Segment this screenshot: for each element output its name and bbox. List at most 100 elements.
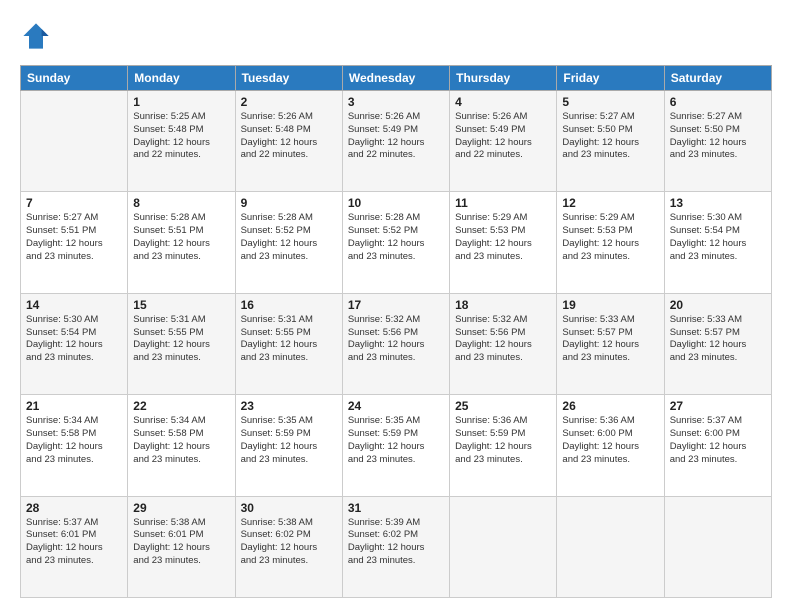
day-cell: 16 Sunrise: 5:31 AM Sunset: 5:55 PM Dayli… [235, 293, 342, 394]
day-cell [21, 91, 128, 192]
day-number: 9 [241, 196, 337, 210]
day-cell: 2 Sunrise: 5:26 AM Sunset: 5:48 PM Daylig… [235, 91, 342, 192]
day-number: 19 [562, 298, 658, 312]
weekday-header-tuesday: Tuesday [235, 66, 342, 91]
day-info: Sunrise: 5:29 AM Sunset: 5:53 PM Dayligh… [562, 212, 658, 263]
header [20, 18, 772, 55]
week-row-5: 28 Sunrise: 5:37 AM Sunset: 6:01 PM Dayli… [21, 496, 772, 597]
week-row-3: 14 Sunrise: 5:30 AM Sunset: 5:54 PM Dayli… [21, 293, 772, 394]
day-info: Sunrise: 5:33 AM Sunset: 5:57 PM Dayligh… [670, 314, 766, 365]
day-info: Sunrise: 5:30 AM Sunset: 5:54 PM Dayligh… [26, 314, 122, 365]
day-number: 23 [241, 399, 337, 413]
day-number: 10 [348, 196, 444, 210]
day-cell: 14 Sunrise: 5:30 AM Sunset: 5:54 PM Dayli… [21, 293, 128, 394]
day-cell: 11 Sunrise: 5:29 AM Sunset: 5:53 PM Dayli… [450, 192, 557, 293]
day-cell: 1 Sunrise: 5:25 AM Sunset: 5:48 PM Daylig… [128, 91, 235, 192]
day-number: 27 [670, 399, 766, 413]
day-cell: 27 Sunrise: 5:37 AM Sunset: 6:00 PM Dayli… [664, 395, 771, 496]
day-info: Sunrise: 5:37 AM Sunset: 6:00 PM Dayligh… [670, 415, 766, 466]
day-info: Sunrise: 5:34 AM Sunset: 5:58 PM Dayligh… [133, 415, 229, 466]
day-cell: 15 Sunrise: 5:31 AM Sunset: 5:55 PM Dayli… [128, 293, 235, 394]
day-info: Sunrise: 5:39 AM Sunset: 6:02 PM Dayligh… [348, 517, 444, 568]
day-number: 11 [455, 196, 551, 210]
day-number: 20 [670, 298, 766, 312]
day-info: Sunrise: 5:26 AM Sunset: 5:48 PM Dayligh… [241, 111, 337, 162]
day-cell: 6 Sunrise: 5:27 AM Sunset: 5:50 PM Daylig… [664, 91, 771, 192]
day-cell: 8 Sunrise: 5:28 AM Sunset: 5:51 PM Daylig… [128, 192, 235, 293]
day-cell: 30Sunrise: 5:38 AM Sunset: 6:02 PM Dayli… [235, 496, 342, 597]
day-cell: 5Sunrise: 5:27 AM Sunset: 5:50 PM Daylig… [557, 91, 664, 192]
day-cell: 24Sunrise: 5:35 AM Sunset: 5:59 PM Dayli… [342, 395, 449, 496]
day-info: Sunrise: 5:25 AM Sunset: 5:48 PM Dayligh… [133, 111, 229, 162]
calendar-table: SundayMondayTuesdayWednesdayThursdayFrid… [20, 65, 772, 598]
day-number: 13 [670, 196, 766, 210]
day-number: 28 [26, 501, 122, 515]
day-cell: 20 Sunrise: 5:33 AM Sunset: 5:57 PM Dayli… [664, 293, 771, 394]
weekday-header-saturday: Saturday [664, 66, 771, 91]
weekday-header-thursday: Thursday [450, 66, 557, 91]
day-info: Sunrise: 5:36 AM Sunset: 5:59 PM Dayligh… [455, 415, 551, 466]
day-number: 25 [455, 399, 551, 413]
day-number: 3 [348, 95, 444, 109]
day-number: 8 [133, 196, 229, 210]
day-number: 24 [348, 399, 444, 413]
week-row-4: 21 Sunrise: 5:34 AM Sunset: 5:58 PM Dayli… [21, 395, 772, 496]
day-info: Sunrise: 5:28 AM Sunset: 5:52 PM Dayligh… [241, 212, 337, 263]
day-number: 17 [348, 298, 444, 312]
day-info: Sunrise: 5:32 AM Sunset: 5:56 PM Dayligh… [348, 314, 444, 365]
logo-icon [22, 22, 50, 50]
day-info: Sunrise: 5:26 AM Sunset: 5:49 PM Dayligh… [348, 111, 444, 162]
day-cell: 7Sunrise: 5:27 AM Sunset: 5:51 PM Daylig… [21, 192, 128, 293]
page: SundayMondayTuesdayWednesdayThursdayFrid… [0, 0, 792, 612]
day-cell [557, 496, 664, 597]
day-info: Sunrise: 5:29 AM Sunset: 5:53 PM Dayligh… [455, 212, 551, 263]
day-number: 4 [455, 95, 551, 109]
day-number: 15 [133, 298, 229, 312]
day-cell: 28 Sunrise: 5:37 AM Sunset: 6:01 PM Dayli… [21, 496, 128, 597]
day-cell: 10 Sunrise: 5:28 AM Sunset: 5:52 PM Dayli… [342, 192, 449, 293]
day-info: Sunrise: 5:30 AM Sunset: 5:54 PM Dayligh… [670, 212, 766, 263]
day-cell: 22Sunrise: 5:34 AM Sunset: 5:58 PM Dayli… [128, 395, 235, 496]
day-info: Sunrise: 5:34 AM Sunset: 5:58 PM Dayligh… [26, 415, 122, 466]
day-cell: 29Sunrise: 5:38 AM Sunset: 6:01 PM Dayli… [128, 496, 235, 597]
day-number: 14 [26, 298, 122, 312]
day-cell: 23Sunrise: 5:35 AM Sunset: 5:59 PM Dayli… [235, 395, 342, 496]
weekday-header-monday: Monday [128, 66, 235, 91]
day-number: 26 [562, 399, 658, 413]
logo [20, 22, 54, 55]
day-cell [450, 496, 557, 597]
day-cell: 4Sunrise: 5:26 AM Sunset: 5:49 PM Daylig… [450, 91, 557, 192]
day-info: Sunrise: 5:38 AM Sunset: 6:02 PM Dayligh… [241, 517, 337, 568]
day-info: Sunrise: 5:27 AM Sunset: 5:51 PM Dayligh… [26, 212, 122, 263]
weekday-header-sunday: Sunday [21, 66, 128, 91]
day-number: 1 [133, 95, 229, 109]
day-number: 29 [133, 501, 229, 515]
day-cell: 17 Sunrise: 5:32 AM Sunset: 5:56 PM Dayli… [342, 293, 449, 394]
day-cell: 19 Sunrise: 5:33 AM Sunset: 5:57 PM Dayli… [557, 293, 664, 394]
day-info: Sunrise: 5:31 AM Sunset: 5:55 PM Dayligh… [241, 314, 337, 365]
day-info: Sunrise: 5:28 AM Sunset: 5:52 PM Dayligh… [348, 212, 444, 263]
weekday-header-wednesday: Wednesday [342, 66, 449, 91]
day-cell: 25 Sunrise: 5:36 AM Sunset: 5:59 PM Dayli… [450, 395, 557, 496]
day-info: Sunrise: 5:31 AM Sunset: 5:55 PM Dayligh… [133, 314, 229, 365]
day-number: 21 [26, 399, 122, 413]
day-cell [664, 496, 771, 597]
day-number: 12 [562, 196, 658, 210]
day-info: Sunrise: 5:32 AM Sunset: 5:56 PM Dayligh… [455, 314, 551, 365]
day-cell: 9 Sunrise: 5:28 AM Sunset: 5:52 PM Daylig… [235, 192, 342, 293]
day-info: Sunrise: 5:33 AM Sunset: 5:57 PM Dayligh… [562, 314, 658, 365]
day-info: Sunrise: 5:36 AM Sunset: 6:00 PM Dayligh… [562, 415, 658, 466]
day-number: 2 [241, 95, 337, 109]
day-info: Sunrise: 5:27 AM Sunset: 5:50 PM Dayligh… [670, 111, 766, 162]
week-row-1: 1 Sunrise: 5:25 AM Sunset: 5:48 PM Daylig… [21, 91, 772, 192]
weekday-header-row: SundayMondayTuesdayWednesdayThursdayFrid… [21, 66, 772, 91]
day-cell: 12 Sunrise: 5:29 AM Sunset: 5:53 PM Dayli… [557, 192, 664, 293]
day-cell: 13 Sunrise: 5:30 AM Sunset: 5:54 PM Dayli… [664, 192, 771, 293]
day-info: Sunrise: 5:37 AM Sunset: 6:01 PM Dayligh… [26, 517, 122, 568]
day-info: Sunrise: 5:28 AM Sunset: 5:51 PM Dayligh… [133, 212, 229, 263]
day-number: 16 [241, 298, 337, 312]
day-number: 6 [670, 95, 766, 109]
day-number: 31 [348, 501, 444, 515]
day-cell: 31 Sunrise: 5:39 AM Sunset: 6:02 PM Dayli… [342, 496, 449, 597]
day-cell: 18Sunrise: 5:32 AM Sunset: 5:56 PM Dayli… [450, 293, 557, 394]
